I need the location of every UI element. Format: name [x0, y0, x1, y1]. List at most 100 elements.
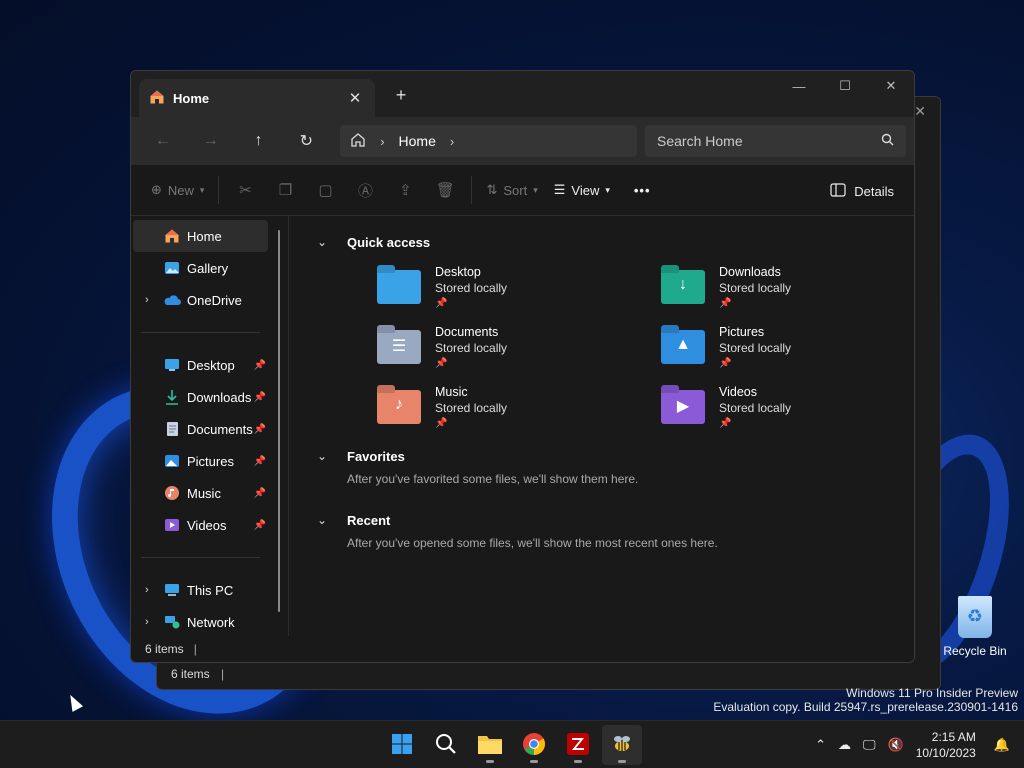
- running-indicator: [530, 760, 538, 763]
- new-tab-button[interactable]: +: [389, 85, 413, 106]
- folder-glyph-icon: ↓: [679, 276, 687, 293]
- clock[interactable]: 2:15 AM 10/10/2023: [916, 729, 976, 761]
- sidebar-item-home[interactable]: Home: [133, 220, 268, 252]
- sidebar-item-pictures[interactable]: Pictures 📌: [133, 445, 268, 477]
- pin-icon: 📌: [719, 418, 732, 429]
- volume-muted-icon[interactable]: 🔇: [888, 737, 904, 753]
- recycle-bin-shortcut[interactable]: ♻ Recycle Bin: [940, 596, 1010, 658]
- back-button[interactable]: ←: [139, 125, 187, 157]
- taskbar-active-app[interactable]: [602, 725, 642, 765]
- sidebar-item-network[interactable]: › Network: [133, 606, 268, 638]
- view-list-icon: ☰: [553, 182, 566, 197]
- quick-access-meta: Videos Stored locally 📌: [719, 384, 791, 432]
- sidebar-item-label: OneDrive: [187, 292, 242, 308]
- quick-access-item-documents[interactable]: ☰ Documents Stored locally 📌: [377, 324, 661, 372]
- recycle-bin-label: Recycle Bin: [943, 644, 1007, 658]
- sidebar-item-desktop[interactable]: Desktop 📌: [133, 349, 268, 381]
- sidebar-item-label: Videos: [187, 517, 227, 533]
- sidebar-item-gallery[interactable]: Gallery: [133, 252, 268, 284]
- network-status-icon[interactable]: 🖵: [863, 737, 876, 753]
- search-box[interactable]: [645, 125, 906, 157]
- favorites-header[interactable]: ⌄ Favorites: [317, 446, 914, 466]
- search-input[interactable]: [657, 133, 858, 149]
- quick-access-grid: Desktop Stored locally 📌 ↓ Downloads Stored l…: [377, 264, 914, 432]
- chevron-right-icon[interactable]: ›: [145, 294, 159, 306]
- folder-icon: [477, 733, 503, 758]
- recent-header[interactable]: ⌄ Recent: [317, 510, 914, 530]
- pictures-folder-icon: ▲: [661, 330, 705, 364]
- folder-glyph-icon: ▶: [676, 398, 690, 415]
- trash-icon: 🗑: [435, 182, 455, 199]
- maximize-button[interactable]: ☐: [822, 71, 868, 101]
- clock-time: 2:15 AM: [931, 730, 976, 744]
- chevron-up-icon[interactable]: ⌃: [815, 737, 826, 753]
- onedrive-status-icon[interactable]: ☁: [838, 737, 851, 753]
- cut-button[interactable]: ✂: [225, 174, 265, 206]
- details-button[interactable]: Details: [824, 175, 900, 207]
- quick-access-item-desktop[interactable]: Desktop Stored locally 📌: [377, 264, 661, 312]
- sidebar-item-onedrive[interactable]: › OneDrive: [133, 284, 268, 316]
- pin-icon: 📌: [253, 487, 266, 499]
- quick-access-header[interactable]: ⌄ Quick access: [317, 232, 914, 252]
- mouse-cursor: [64, 692, 84, 712]
- recycle-bin-icon: ♻: [958, 596, 992, 638]
- chevron-down-icon[interactable]: ⌄: [317, 235, 347, 249]
- forward-button[interactable]: →: [187, 125, 235, 157]
- up-button[interactable]: ↑: [235, 125, 283, 157]
- tab-label: Home: [173, 90, 210, 106]
- notification-bell-icon[interactable]: 🔔: [994, 737, 1010, 753]
- view-button[interactable]: ☰ View ▾: [546, 174, 618, 206]
- quick-access-title: Quick access: [347, 234, 431, 250]
- sort-button[interactable]: ⇅ Sort ▾: [478, 174, 545, 206]
- minimize-button[interactable]: —: [776, 71, 822, 101]
- sidebar-scrollbar[interactable]: [278, 230, 280, 612]
- delete-button[interactable]: 🗑: [425, 174, 465, 206]
- new-button[interactable]: ⊕ New ▾: [143, 174, 212, 206]
- paste-button[interactable]: ▢: [305, 174, 345, 206]
- toolbar-divider: [218, 176, 220, 204]
- quick-access-item-music[interactable]: ♪ Music Stored locally 📌: [377, 384, 661, 432]
- folder-glyph-icon: ▲: [675, 336, 691, 353]
- pin-icon: 📌: [719, 358, 732, 369]
- chevron-down-icon[interactable]: ⌄: [317, 513, 347, 527]
- sidebar-item-videos[interactable]: Videos 📌: [133, 509, 268, 541]
- sidebar-item-downloads[interactable]: Downloads 📌: [133, 381, 268, 413]
- close-icon[interactable]: ✕: [914, 103, 926, 120]
- taskbar-chrome[interactable]: [514, 725, 554, 765]
- more-options-button[interactable]: •••: [626, 174, 659, 206]
- rename-button[interactable]: Ⓐ: [345, 174, 385, 206]
- copy-button[interactable]: ❐: [265, 174, 305, 206]
- taskbar-search-button[interactable]: [426, 725, 466, 765]
- sidebar-item-this-pc[interactable]: › This PC: [133, 574, 268, 606]
- share-button[interactable]: ⇪: [385, 174, 425, 206]
- close-button[interactable]: ✕: [868, 71, 914, 101]
- quick-access-item-videos[interactable]: ▶ Videos Stored locally 📌: [661, 384, 901, 432]
- quick-access-name: Desktop: [435, 265, 481, 279]
- search-icon[interactable]: [881, 133, 894, 149]
- videos-folder-icon: ▶: [661, 390, 705, 424]
- chevron-right-icon[interactable]: ›: [145, 584, 159, 596]
- documents-icon: [163, 421, 181, 437]
- address-bar[interactable]: › Home ›: [340, 125, 638, 157]
- taskbar-filezilla[interactable]: [558, 725, 598, 765]
- close-tab-icon[interactable]: ✕: [345, 89, 365, 107]
- windows-logo-icon: [391, 733, 413, 758]
- sidebar-item-music[interactable]: Music 📌: [133, 477, 268, 509]
- tab-home[interactable]: Home ✕: [139, 79, 375, 117]
- running-indicator: [618, 760, 626, 763]
- chevron-down-icon[interactable]: ⌄: [317, 449, 347, 463]
- sidebar-item-documents[interactable]: Documents 📌: [133, 413, 268, 445]
- taskbar-file-explorer[interactable]: [470, 725, 510, 765]
- quick-access-meta: Downloads Stored locally 📌: [719, 264, 791, 312]
- chevron-right-icon[interactable]: ›: [145, 616, 159, 628]
- chevron-right-icon[interactable]: ›: [450, 134, 454, 149]
- quick-access-item-pictures[interactable]: ▲ Pictures Stored locally 📌: [661, 324, 901, 372]
- explorer-body: Home Gallery › OneDrive Desktop 📌 Downlo…: [131, 216, 914, 636]
- status-divider: |: [193, 642, 197, 656]
- chevron-right-icon[interactable]: ›: [380, 134, 384, 149]
- start-button[interactable]: [382, 725, 422, 765]
- breadcrumb-home[interactable]: Home: [399, 133, 436, 149]
- refresh-button[interactable]: ↻: [282, 125, 330, 157]
- sort-icon: ⇅: [486, 182, 498, 197]
- quick-access-item-downloads[interactable]: ↓ Downloads Stored locally 📌: [661, 264, 901, 312]
